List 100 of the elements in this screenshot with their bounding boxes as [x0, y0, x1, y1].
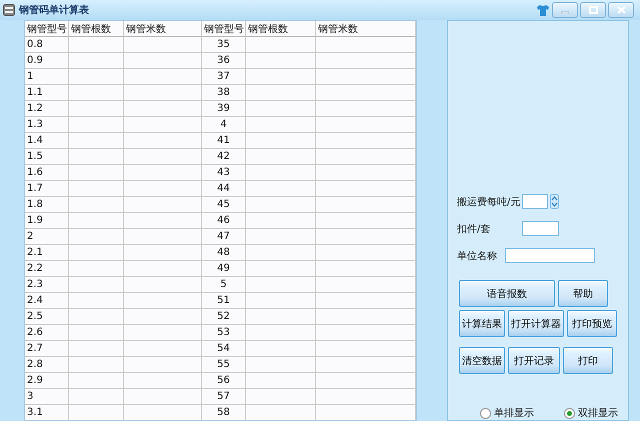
- spinner-icon[interactable]: [550, 194, 559, 209]
- shirt-icon[interactable]: [536, 4, 550, 16]
- table-cell[interactable]: [124, 229, 202, 245]
- table-cell[interactable]: 1.9: [25, 213, 69, 229]
- table-cell[interactable]: [69, 149, 124, 165]
- table-cell[interactable]: 1: [25, 69, 69, 85]
- table-cell[interactable]: [246, 341, 316, 357]
- table-cell[interactable]: [316, 277, 416, 293]
- table-cell[interactable]: [69, 101, 124, 117]
- table-cell[interactable]: 39: [202, 101, 246, 117]
- table-cell[interactable]: 55: [202, 357, 246, 373]
- table-cell[interactable]: [69, 357, 124, 373]
- table-cell[interactable]: 1.1: [25, 85, 69, 101]
- table-cell[interactable]: 41: [202, 133, 246, 149]
- table-cell[interactable]: [124, 165, 202, 181]
- table-cell[interactable]: [69, 293, 124, 309]
- table-cell[interactable]: 58: [202, 405, 246, 420]
- table-cell[interactable]: 2.5: [25, 309, 69, 325]
- table-cell[interactable]: [69, 229, 124, 245]
- table-cell[interactable]: 54: [202, 341, 246, 357]
- table-cell[interactable]: [246, 309, 316, 325]
- table-cell[interactable]: [246, 197, 316, 213]
- table-cell[interactable]: [124, 117, 202, 133]
- table-cell[interactable]: [124, 53, 202, 69]
- table-cell[interactable]: [124, 341, 202, 357]
- table-cell[interactable]: [69, 277, 124, 293]
- table-cell[interactable]: [69, 69, 124, 85]
- table-cell[interactable]: 42: [202, 149, 246, 165]
- table-cell[interactable]: [316, 293, 416, 309]
- table-cell[interactable]: 38: [202, 85, 246, 101]
- table-cell[interactable]: [246, 53, 316, 69]
- table-cell[interactable]: 2.9: [25, 373, 69, 389]
- table-cell[interactable]: 44: [202, 181, 246, 197]
- maximize-button[interactable]: [580, 2, 606, 18]
- table-cell[interactable]: 1.4: [25, 133, 69, 149]
- table-cell[interactable]: [124, 325, 202, 341]
- table-cell[interactable]: [316, 373, 416, 389]
- table-cell[interactable]: 2.4: [25, 293, 69, 309]
- table-cell[interactable]: [246, 69, 316, 85]
- action-button[interactable]: 打印预览: [567, 310, 617, 337]
- table-cell[interactable]: 1.7: [25, 181, 69, 197]
- table-cell[interactable]: 5: [202, 277, 246, 293]
- table-cell[interactable]: [246, 229, 316, 245]
- table-cell[interactable]: [69, 53, 124, 69]
- table-cell[interactable]: 2.2: [25, 261, 69, 277]
- table-cell[interactable]: [124, 85, 202, 101]
- table-cell[interactable]: [124, 245, 202, 261]
- table-cell[interactable]: 46: [202, 213, 246, 229]
- table-cell[interactable]: [316, 341, 416, 357]
- table-cell[interactable]: [69, 245, 124, 261]
- table-cell[interactable]: 2.7: [25, 341, 69, 357]
- table-cell[interactable]: [316, 165, 416, 181]
- table-cell[interactable]: 35: [202, 37, 246, 53]
- table-cell[interactable]: 48: [202, 245, 246, 261]
- table-cell[interactable]: [316, 197, 416, 213]
- table-cell[interactable]: 3.1: [25, 405, 69, 420]
- table-cell[interactable]: 52: [202, 309, 246, 325]
- table-cell[interactable]: [69, 261, 124, 277]
- table-cell[interactable]: 43: [202, 165, 246, 181]
- table-cell[interactable]: [69, 213, 124, 229]
- table-cell[interactable]: [69, 325, 124, 341]
- table-cell[interactable]: [69, 341, 124, 357]
- table-cell[interactable]: [316, 149, 416, 165]
- table-cell[interactable]: [124, 309, 202, 325]
- action-button[interactable]: 打开计算器: [508, 310, 564, 337]
- action-button[interactable]: 计算结果: [459, 310, 505, 337]
- table-cell[interactable]: [124, 261, 202, 277]
- table-cell[interactable]: [316, 85, 416, 101]
- table-cell[interactable]: [69, 165, 124, 181]
- table-cell[interactable]: 1.6: [25, 165, 69, 181]
- table-cell[interactable]: [316, 133, 416, 149]
- table-cell[interactable]: [246, 37, 316, 53]
- action-button[interactable]: 清空数据: [459, 347, 505, 374]
- table-cell[interactable]: [124, 133, 202, 149]
- table-cell[interactable]: [124, 37, 202, 53]
- table-cell[interactable]: [246, 293, 316, 309]
- table-cell[interactable]: 2.6: [25, 325, 69, 341]
- table-cell[interactable]: [69, 181, 124, 197]
- table-cell[interactable]: [246, 357, 316, 373]
- input-field[interactable]: [522, 221, 559, 236]
- table-cell[interactable]: 53: [202, 325, 246, 341]
- table-cell[interactable]: [246, 165, 316, 181]
- table-cell[interactable]: [69, 197, 124, 213]
- table-cell[interactable]: [124, 293, 202, 309]
- table-cell[interactable]: 0.8: [25, 37, 69, 53]
- table-cell[interactable]: 1.8: [25, 197, 69, 213]
- table-cell[interactable]: [316, 213, 416, 229]
- table-cell[interactable]: [316, 229, 416, 245]
- table-cell[interactable]: 57: [202, 389, 246, 405]
- minimize-button[interactable]: [552, 2, 578, 18]
- table-cell[interactable]: 3: [25, 389, 69, 405]
- table-cell[interactable]: [316, 101, 416, 117]
- table-cell[interactable]: [124, 389, 202, 405]
- table-cell[interactable]: [246, 261, 316, 277]
- table-cell[interactable]: 47: [202, 229, 246, 245]
- table-cell[interactable]: [316, 245, 416, 261]
- table-cell[interactable]: [124, 357, 202, 373]
- table-cell[interactable]: 56: [202, 373, 246, 389]
- table-cell[interactable]: 4: [202, 117, 246, 133]
- table-cell[interactable]: [316, 389, 416, 405]
